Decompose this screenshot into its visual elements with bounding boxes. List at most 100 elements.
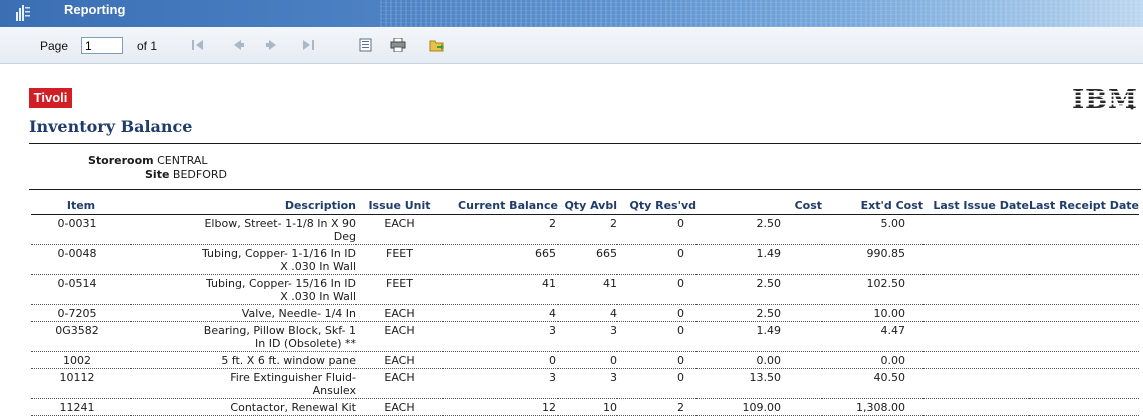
print-icon[interactable] — [390, 38, 406, 52]
next-page-icon[interactable] — [264, 38, 280, 52]
col-header-extd-cost: Ext'd Cost — [860, 198, 923, 212]
description-cell: Bearing, Pillow Block, Skf- 1 In ID (Obso… — [131, 321, 356, 352]
issue-unit-cell: EACH — [356, 398, 443, 416]
description-line: Tubing, Copper- 1-1/16 In ID — [201, 247, 356, 260]
qty-resvd-cell: 2 — [617, 398, 696, 416]
qty-resvd-cell: 0 — [617, 215, 696, 245]
description-line: Tubing, Copper- 15/16 In ID — [205, 277, 356, 290]
extd-cost-cell: 0.00 — [822, 351, 923, 369]
export-icon[interactable] — [429, 38, 445, 52]
col-header-issue-unit: Issue Unit — [368, 198, 431, 212]
last-receipt-date-cell — [1029, 321, 1139, 352]
inventory-rows: 0-0031 Elbow, Street- 1-1/8 In X 90 Deg EAC… — [31, 215, 1139, 416]
site-line: Site BEDFORD — [145, 168, 227, 181]
description-line-2: Ansulex — [312, 384, 356, 397]
cost-cell: 2.50 — [696, 304, 822, 322]
site-label: Site — [145, 168, 170, 181]
extd-cost-cell: 102.50 — [822, 274, 923, 305]
last-receipt-date-cell — [1029, 304, 1139, 322]
description-cell: Valve, Needle- 1/4 In — [131, 304, 356, 322]
current-balance-cell: 665 — [443, 244, 558, 275]
table-row: 0-0048 Tubing, Copper- 1-1/16 In ID X .030… — [31, 244, 1139, 275]
item-cell: 0-0514 — [31, 274, 131, 305]
app-title: Reporting — [64, 2, 126, 17]
qty-avbl-cell: 10 — [558, 398, 617, 416]
last-receipt-date-cell — [1029, 215, 1139, 245]
table-header-row: Item Description Issue Unit Current Bala… — [31, 196, 1139, 215]
col-header-cost: Cost — [794, 198, 822, 212]
cost-cell: 13.50 — [696, 368, 822, 399]
table-row: 0-0514 Tubing, Copper- 15/16 In ID X .030 … — [31, 274, 1139, 305]
tivoli-logo: Tivoli — [29, 88, 72, 108]
description-line: Valve, Needle- 1/4 In — [241, 307, 356, 320]
qty-resvd-cell: 0 — [617, 274, 696, 305]
item-cell: 11241 — [31, 398, 131, 416]
title-bar: Reporting — [0, 0, 1143, 27]
current-balance-cell: 3 — [443, 321, 558, 352]
col-header-last-issue-date: Last Issue Date — [933, 198, 1029, 212]
col-header-qty-resvd: Qty Res'vd — [629, 198, 697, 212]
issue-unit-cell: FEET — [356, 274, 443, 305]
issue-unit-cell: EACH — [356, 368, 443, 399]
qty-resvd-cell: 0 — [617, 304, 696, 322]
issue-unit-cell: EACH — [356, 215, 443, 245]
col-header-item: Item — [66, 198, 96, 212]
description-cell: Elbow, Street- 1-1/8 In X 90 Deg — [131, 215, 356, 245]
cost-cell: 2.50 — [696, 215, 822, 245]
last-receipt-date-cell — [1029, 351, 1139, 369]
previous-page-icon[interactable] — [230, 38, 246, 52]
current-balance-cell: 0 — [443, 351, 558, 369]
col-header-current-balance: Current Balance — [458, 198, 558, 212]
last-issue-date-cell — [923, 321, 1029, 352]
last-issue-date-cell — [923, 304, 1029, 322]
last-issue-date-cell — [923, 215, 1029, 245]
current-balance-cell: 3 — [443, 368, 558, 399]
extd-cost-cell: 990.85 — [822, 244, 923, 275]
item-cell: 10112 — [31, 368, 131, 399]
description-cell: Tubing, Copper- 15/16 In ID X .030 In Wal… — [131, 274, 356, 305]
last-issue-date-cell — [923, 368, 1029, 399]
item-cell: 0G3582 — [31, 321, 131, 352]
page-number-input[interactable] — [81, 37, 123, 54]
qty-avbl-cell: 665 — [558, 244, 617, 275]
extd-cost-cell: 5.00 — [822, 215, 923, 245]
title-bar-pattern — [380, 0, 1143, 27]
ibm-logo-text: IBM — [1072, 85, 1136, 112]
last-receipt-date-cell — [1029, 398, 1139, 416]
qty-avbl-cell: 2 — [558, 215, 617, 245]
table-row: 0G3582 Bearing, Pillow Block, Skf- 1 In ID… — [31, 321, 1139, 352]
description-cell: Tubing, Copper- 1-1/16 In ID X .030 In Wa… — [131, 244, 356, 275]
first-page-icon[interactable] — [190, 38, 206, 52]
qty-resvd-cell: 0 — [617, 351, 696, 369]
site-value: BEDFORD — [172, 168, 227, 181]
page-count-label: of 1 — [137, 39, 158, 53]
description-line: Bearing, Pillow Block, Skf- 1 — [203, 324, 356, 337]
item-cell: 1002 — [31, 351, 131, 369]
last-issue-date-cell — [923, 274, 1029, 305]
description-line: Contactor, Renewal Kit — [230, 401, 356, 414]
report-toolbar: Page of 1 — [0, 27, 1143, 64]
col-header-last-receipt-date: Last Receipt Date — [1029, 198, 1139, 212]
last-page-icon[interactable] — [300, 38, 316, 52]
current-balance-cell: 2 — [443, 215, 558, 245]
current-balance-cell: 12 — [443, 398, 558, 416]
inventory-table: Item Description Issue Unit Current Bala… — [31, 196, 1139, 416]
table-row: 11241 Contactor, Renewal Kit EACH 12 10 2 109.… — [31, 398, 1139, 416]
cost-cell: 1.49 — [696, 321, 822, 352]
reporting-app-icon — [16, 5, 30, 21]
col-header-description: Description — [284, 198, 356, 212]
storeroom-value: CENTRAL — [157, 154, 208, 167]
description-line: Elbow, Street- 1-1/8 In X 90 — [204, 217, 356, 230]
issue-unit-cell: EACH — [356, 321, 443, 352]
issue-unit-cell: FEET — [356, 244, 443, 275]
description-cell: Contactor, Renewal Kit — [131, 398, 356, 416]
issue-unit-cell: EACH — [356, 304, 443, 322]
cost-cell: 1.49 — [696, 244, 822, 275]
description-line-2: X .030 In Wall — [280, 260, 356, 273]
qty-avbl-cell: 4 — [558, 304, 617, 322]
extd-cost-cell: 10.00 — [822, 304, 923, 322]
table-of-contents-icon[interactable] — [358, 38, 374, 52]
last-issue-date-cell — [923, 351, 1029, 369]
last-receipt-date-cell — [1029, 368, 1139, 399]
table-row: 0-7205 Valve, Needle- 1/4 In EACH 4 4 0 2.50 10… — [31, 304, 1139, 322]
